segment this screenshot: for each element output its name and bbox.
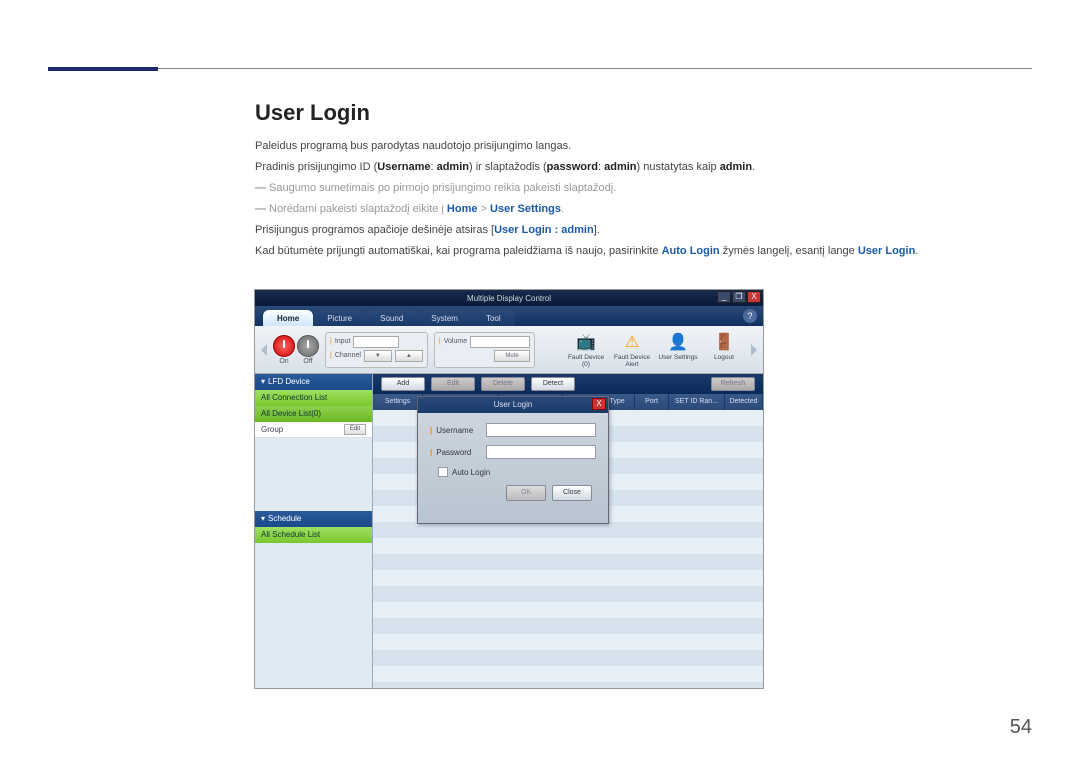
tab-sound[interactable]: Sound (366, 310, 417, 326)
password-input[interactable] (486, 445, 596, 459)
col-setid[interactable]: SET ID Ran... (669, 394, 725, 410)
warning-icon: ⚠ (621, 331, 643, 353)
main-button-row: Add Edit Delete Detect Refresh (373, 374, 763, 394)
volume-slider[interactable] (470, 336, 530, 348)
page-heading: User Login (255, 100, 1032, 126)
detect-button[interactable]: Detect (531, 377, 575, 391)
delete-button[interactable]: Delete (481, 377, 525, 391)
power-on-label: On (279, 358, 288, 365)
paragraph-4: Kad būtumėte prijungti automatiškai, kai… (255, 243, 1032, 260)
app-screenshot: Multiple Display Control _ ❐ X Home Pict… (255, 290, 763, 688)
sidebar-item-all-device[interactable]: All Device List(0) (255, 406, 372, 422)
login-ok-button[interactable]: OK (506, 485, 546, 501)
window-title: Multiple Display Control (467, 294, 551, 303)
sidebar-item-all-connection[interactable]: All Connection List (255, 390, 372, 406)
tab-tool[interactable]: Tool (472, 310, 515, 326)
auto-login-checkbox[interactable] (438, 467, 448, 477)
fault-device-button[interactable]: 📺 Fault Device (0) (565, 331, 607, 368)
group-edit-button[interactable]: Edit (344, 424, 366, 435)
sidebar-item-group[interactable]: Group Edit (255, 422, 372, 438)
username-input[interactable] (486, 423, 596, 437)
power-on-button[interactable] (273, 335, 295, 357)
door-icon: 🚪 (713, 331, 735, 353)
fault-alert-button[interactable]: ⚠ Fault Device Alert (611, 331, 653, 368)
login-close-button[interactable]: X (592, 398, 606, 410)
sidebar: ▾LFD Device All Connection List All Devi… (255, 374, 373, 688)
col-port[interactable]: Port (635, 394, 669, 410)
nav-next-icon[interactable] (751, 332, 757, 368)
channel-down-button[interactable]: ▼ (364, 350, 392, 362)
help-button[interactable]: ? (743, 309, 757, 323)
login-titlebar: User Login X (418, 397, 608, 413)
channel-label: Channel (335, 352, 361, 359)
user-login-dialog: User Login X | Username | Password (417, 396, 609, 524)
user-settings-button[interactable]: 👤 User Settings (657, 331, 699, 368)
input-label: Input (335, 338, 351, 345)
paragraph-3: Prisijungus programos apačioje dešinėje … (255, 222, 1032, 239)
tab-home[interactable]: Home (263, 310, 313, 326)
login-close-btn[interactable]: Close (552, 485, 592, 501)
header-rule (48, 68, 1032, 69)
col-settings[interactable]: Settings (373, 394, 423, 410)
power-off-label: Off (303, 358, 312, 365)
refresh-button[interactable]: Refresh (711, 377, 755, 391)
add-button[interactable]: Add (381, 377, 425, 391)
page-number: 54 (1010, 716, 1032, 739)
auto-login-label: Auto Login (452, 468, 490, 477)
tab-picture[interactable]: Picture (313, 310, 366, 326)
header-accent (48, 67, 158, 71)
edit-button[interactable]: Edit (431, 377, 475, 391)
input-field[interactable] (353, 336, 399, 348)
window-titlebar: Multiple Display Control _ ❐ X (255, 290, 763, 306)
nav-prev-icon[interactable] (261, 332, 267, 368)
user-icon: 👤 (667, 331, 689, 353)
channel-up-button[interactable]: ▲ (395, 350, 423, 362)
sidebar-header-lfd[interactable]: ▾LFD Device (255, 374, 372, 390)
volume-label: Volume (444, 338, 467, 345)
note-2: ―Norėdami pakeisti slaptažodį eikite į H… (255, 201, 1032, 218)
input-group: |Input |Channel▼▲ (325, 332, 428, 368)
toolbar: On Off |Input |Channel▼▲ |Volume Mute 📺 … (255, 326, 763, 374)
logout-button[interactable]: 🚪 Logout (703, 331, 745, 368)
col-detected[interactable]: Detected (725, 394, 763, 410)
sidebar-item-all-schedule[interactable]: All Schedule List (255, 527, 372, 543)
window-maximize-button[interactable]: ❐ (732, 291, 746, 303)
main-panel: Add Edit Delete Detect Refresh Settings … (373, 374, 763, 688)
content-block: User Login Paleidus programą bus parodyt… (255, 100, 1032, 264)
username-label: Username (436, 426, 482, 435)
mute-button[interactable]: Mute (494, 350, 530, 362)
power-off-button[interactable] (297, 335, 319, 357)
password-label: Password (436, 448, 482, 457)
paragraph-1: Paleidus programą bus parodytas naudotoj… (255, 138, 1032, 155)
power-group: On Off (273, 335, 319, 365)
main-tabs: Home Picture Sound System Tool ? (255, 306, 763, 326)
monitor-icon: 📺 (575, 331, 597, 353)
sidebar-header-schedule[interactable]: ▾Schedule (255, 511, 372, 527)
window-minimize-button[interactable]: _ (717, 291, 731, 303)
note-1: ―Saugumo sumetimais po pirmojo prisijung… (255, 180, 1032, 197)
volume-group: |Volume Mute (434, 332, 535, 368)
paragraph-2: Pradinis prisijungimo ID (Username: admi… (255, 159, 1032, 176)
tab-system[interactable]: System (417, 310, 472, 326)
window-close-button[interactable]: X (747, 291, 761, 303)
